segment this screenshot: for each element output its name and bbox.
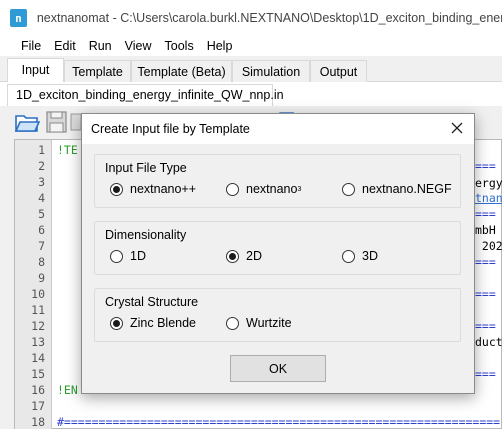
radio-label: nextnano.NEGF (362, 182, 452, 196)
code-line-1: !TE (57, 143, 78, 157)
left-strip (0, 139, 14, 429)
menu-edit[interactable]: Edit (54, 39, 89, 53)
radio-button[interactable] (226, 316, 239, 330)
line-number: 11 (31, 303, 45, 317)
line-number: 9 (38, 271, 45, 285)
radio-1d[interactable]: 1D (110, 249, 146, 263)
radio-label: 2D (246, 249, 262, 263)
code-fragment: === (475, 159, 496, 173)
code-fragment: === (475, 367, 496, 381)
radio-3d[interactable]: 3D (342, 249, 378, 263)
line-number-gutter: 1 2 3 4 5 6 7 8 9 10 11 12 13 14 15 16 1… (15, 140, 52, 429)
radio-2d[interactable]: 2D (226, 249, 262, 263)
radio-wurtzite[interactable]: Wurtzite (226, 316, 292, 330)
radio-button-checked[interactable] (110, 182, 123, 196)
file-tab-row: 1D_exciton_binding_energy_infinite_QW_nn… (0, 82, 502, 106)
code-fragment-link[interactable]: tnan (475, 191, 502, 205)
ok-button[interactable]: OK (230, 355, 326, 382)
radio-button[interactable] (110, 249, 123, 263)
line-number: 16 (31, 383, 45, 397)
line-number: 1 (38, 143, 45, 157)
line-number: 6 (38, 223, 45, 237)
title-bar: n nextnanomat - C:\Users\carola.burkl.NE… (0, 0, 502, 36)
tab-output[interactable]: Output (310, 60, 367, 82)
radio-label: 1D (130, 249, 146, 263)
input-file-type-group: Input File Type nextnano++ nextnano 3 nex… (94, 154, 461, 208)
line-number: 3 (38, 175, 45, 189)
menu-run[interactable]: Run (89, 39, 125, 53)
create-input-file-dialog: Create Input file by Template Input File… (81, 113, 475, 394)
line-number: 10 (31, 287, 45, 301)
line-number: 18 (31, 415, 45, 429)
file-tab[interactable]: 1D_exciton_binding_energy_infinite_QW_nn… (7, 84, 284, 106)
menu-bar: File Edit Run View Tools Help (0, 36, 502, 56)
code-fragment: === (475, 255, 496, 269)
save-icon[interactable] (44, 110, 70, 134)
group-label: Dimensionality (105, 228, 187, 242)
radio-nextnano3[interactable]: nextnano 3 (226, 182, 301, 196)
close-icon[interactable] (449, 120, 465, 136)
menu-view[interactable]: View (125, 39, 165, 53)
tab-input[interactable]: Input (7, 58, 64, 83)
radio-button[interactable] (342, 182, 355, 196)
window-title: nextnanomat - C:\Users\carola.burkl.NEXT… (36, 11, 502, 25)
line-number: 7 (38, 239, 45, 253)
radio-button-checked[interactable] (226, 249, 239, 263)
line-number: 8 (38, 255, 45, 269)
line-number: 13 (31, 335, 45, 349)
code-fragment: mbH (475, 223, 496, 237)
dialog-title: Create Input file by Template (91, 122, 250, 136)
code-fragment: === (475, 287, 496, 301)
radio-button[interactable] (226, 182, 239, 196)
code-fragment: === (475, 207, 496, 221)
tab-template-beta[interactable]: Template (Beta) (131, 60, 232, 82)
radio-button-checked[interactable] (110, 316, 123, 330)
crystal-structure-group: Crystal Structure Zinc Blende Wurtzite (94, 288, 461, 342)
code-fragment: ergy (475, 176, 502, 190)
dimensionality-group: Dimensionality 1D 2D 3D (94, 221, 461, 275)
radio-zinc-blende[interactable]: Zinc Blende (110, 316, 196, 330)
radio-button[interactable] (342, 249, 355, 263)
radio-label: nextnano++ (130, 182, 197, 196)
code-fragment: duct (475, 335, 502, 349)
group-label: Input File Type (105, 161, 187, 175)
code-line-16: !EN (57, 383, 78, 397)
tab-template[interactable]: Template (64, 60, 131, 82)
main-tabs: Input Template Template (Beta) Simulatio… (0, 58, 502, 83)
radio-nextnano-negf[interactable]: nextnano.NEGF (342, 182, 452, 196)
radio-label-superscript: 3 (297, 185, 302, 193)
line-number: 15 (31, 367, 45, 381)
menu-tools[interactable]: Tools (165, 39, 207, 53)
line-number: 12 (31, 319, 45, 333)
radio-label: Wurtzite (246, 316, 292, 330)
line-number: 14 (31, 351, 45, 365)
tab-simulation[interactable]: Simulation (232, 60, 310, 82)
radio-label: Zinc Blende (130, 316, 197, 330)
dialog-title-bar: Create Input file by Template (82, 114, 474, 144)
line-number: 4 (38, 191, 45, 205)
menu-file[interactable]: File (21, 39, 54, 53)
nextnanomat-app-icon: n (10, 9, 27, 27)
radio-label: 3D (362, 249, 378, 263)
radio-label: nextnano (246, 182, 298, 196)
code-line-18: #=======================================… (57, 415, 501, 429)
line-number: 2 (38, 159, 45, 173)
line-number: 17 (31, 399, 45, 413)
radio-nextnanopp[interactable]: nextnano++ (110, 182, 196, 196)
open-folder-icon[interactable] (14, 110, 41, 134)
menu-help[interactable]: Help (207, 39, 246, 53)
code-fragment: 202 (475, 239, 502, 253)
line-number: 5 (38, 207, 45, 221)
code-fragment: === (475, 319, 496, 333)
group-label: Crystal Structure (105, 295, 199, 309)
